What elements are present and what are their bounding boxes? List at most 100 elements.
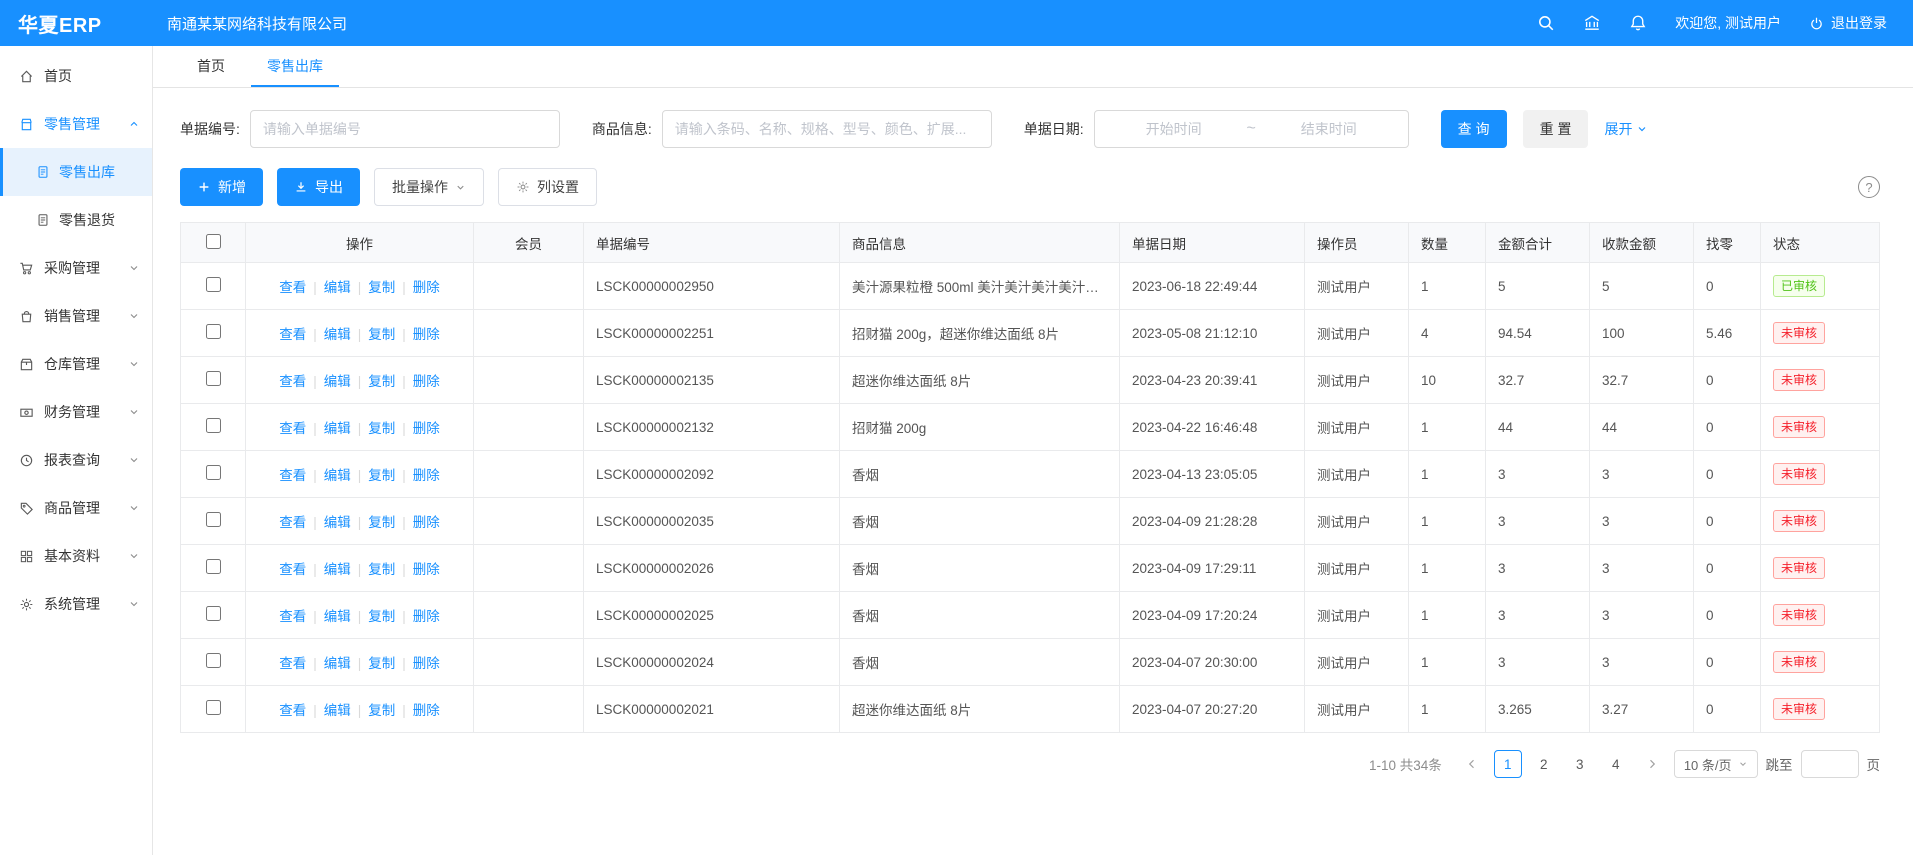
- row-checkbox[interactable]: [206, 512, 221, 527]
- row-checkbox[interactable]: [206, 418, 221, 433]
- cell-date: 2023-06-18 22:49:44: [1120, 263, 1305, 310]
- bank-icon[interactable]: [1583, 14, 1601, 32]
- toolbar: 新增 导出 批量操作 列设置 ?: [180, 168, 1880, 206]
- action-separator: [358, 374, 362, 389]
- row-action-edit[interactable]: 编辑: [324, 327, 351, 342]
- cell-total: 3: [1486, 592, 1590, 639]
- status-badge: 未审核: [1773, 557, 1825, 579]
- row-action-delete[interactable]: 删除: [413, 609, 440, 624]
- row-action-view[interactable]: 查看: [279, 656, 306, 671]
- row-action-view[interactable]: 查看: [279, 562, 306, 577]
- sidebar-item-sales[interactable]: 销售管理: [0, 292, 152, 340]
- row-action-copy[interactable]: 复制: [368, 609, 395, 624]
- cell-change: 0: [1694, 686, 1761, 733]
- row-action-edit[interactable]: 编辑: [324, 468, 351, 483]
- bell-icon[interactable]: [1629, 14, 1647, 32]
- row-action-edit[interactable]: 编辑: [324, 562, 351, 577]
- page-button-1[interactable]: 1: [1494, 750, 1522, 778]
- cell-operator: 测试用户: [1305, 357, 1409, 404]
- sidebar-item-basic-data[interactable]: 基本资料: [0, 532, 152, 580]
- tab-retail-outbound[interactable]: 零售出库: [251, 46, 339, 87]
- tab-home[interactable]: 首页: [181, 46, 241, 87]
- row-action-edit[interactable]: 编辑: [324, 515, 351, 530]
- row-checkbox[interactable]: [206, 277, 221, 292]
- doc-no-input[interactable]: [250, 110, 560, 148]
- next-page-button[interactable]: [1638, 750, 1666, 778]
- row-action-edit[interactable]: 编辑: [324, 421, 351, 436]
- row-checkbox[interactable]: [206, 653, 221, 668]
- row-action-edit[interactable]: 编辑: [324, 609, 351, 624]
- help-icon[interactable]: ?: [1858, 176, 1880, 198]
- sidebar-item-reports[interactable]: 报表查询: [0, 436, 152, 484]
- row-action-delete[interactable]: 删除: [413, 374, 440, 389]
- doc-no-filter: 单据编号:: [180, 110, 560, 148]
- row-checkbox[interactable]: [206, 324, 221, 339]
- row-action-delete[interactable]: 删除: [413, 656, 440, 671]
- sidebar-item-finance[interactable]: 财务管理: [0, 388, 152, 436]
- page-button-3[interactable]: 3: [1566, 750, 1594, 778]
- row-action-copy[interactable]: 复制: [368, 515, 395, 530]
- row-checkbox[interactable]: [206, 559, 221, 574]
- batch-operations-button[interactable]: 批量操作: [374, 168, 484, 206]
- sidebar-item-warehouse[interactable]: 仓库管理: [0, 340, 152, 388]
- sidebar-item-goods[interactable]: 商品管理: [0, 484, 152, 532]
- row-action-view[interactable]: 查看: [279, 703, 306, 718]
- row-action-copy[interactable]: 复制: [368, 656, 395, 671]
- sidebar-item-retail-outbound[interactable]: 零售出库: [0, 148, 152, 196]
- row-action-delete[interactable]: 删除: [413, 468, 440, 483]
- jump-page-input[interactable]: [1801, 750, 1859, 778]
- select-all-checkbox[interactable]: [206, 234, 221, 249]
- row-action-view[interactable]: 查看: [279, 374, 306, 389]
- page-size-select[interactable]: 10 条/页: [1674, 750, 1758, 778]
- row-action-copy[interactable]: 复制: [368, 703, 395, 718]
- row-action-delete[interactable]: 删除: [413, 327, 440, 342]
- row-action-copy[interactable]: 复制: [368, 562, 395, 577]
- row-action-view[interactable]: 查看: [279, 468, 306, 483]
- row-checkbox[interactable]: [206, 700, 221, 715]
- row-action-delete[interactable]: 删除: [413, 421, 440, 436]
- date-end-input[interactable]: [1260, 121, 1398, 137]
- row-action-copy[interactable]: 复制: [368, 468, 395, 483]
- page-button-2[interactable]: 2: [1530, 750, 1558, 778]
- sidebar-item-label: 系统管理: [44, 594, 128, 614]
- cell-member: [474, 639, 584, 686]
- row-action-delete[interactable]: 删除: [413, 515, 440, 530]
- row-action-view[interactable]: 查看: [279, 280, 306, 295]
- page-button-4[interactable]: 4: [1602, 750, 1630, 778]
- row-checkbox[interactable]: [206, 371, 221, 386]
- date-range-picker[interactable]: ~: [1094, 110, 1409, 148]
- date-start-input[interactable]: [1105, 121, 1243, 137]
- column-settings-button[interactable]: 列设置: [498, 168, 597, 206]
- row-action-edit[interactable]: 编辑: [324, 280, 351, 295]
- sidebar-item-purchase[interactable]: 采购管理: [0, 244, 152, 292]
- row-action-delete[interactable]: 删除: [413, 562, 440, 577]
- row-action-copy[interactable]: 复制: [368, 421, 395, 436]
- search-button[interactable]: 查 询: [1441, 110, 1507, 148]
- row-action-view[interactable]: 查看: [279, 515, 306, 530]
- row-action-edit[interactable]: 编辑: [324, 656, 351, 671]
- prev-page-button[interactable]: [1458, 750, 1486, 778]
- row-checkbox[interactable]: [206, 606, 221, 621]
- export-button[interactable]: 导出: [277, 168, 360, 206]
- reset-button[interactable]: 重 置: [1523, 110, 1589, 148]
- row-action-view[interactable]: 查看: [279, 609, 306, 624]
- sidebar-item-system[interactable]: 系统管理: [0, 580, 152, 628]
- row-action-delete[interactable]: 删除: [413, 703, 440, 718]
- expand-link[interactable]: 展开: [1604, 119, 1648, 139]
- product-info-input[interactable]: [662, 110, 992, 148]
- row-action-view[interactable]: 查看: [279, 327, 306, 342]
- row-action-copy[interactable]: 复制: [368, 327, 395, 342]
- row-action-delete[interactable]: 删除: [413, 280, 440, 295]
- add-button[interactable]: 新增: [180, 168, 263, 206]
- row-action-view[interactable]: 查看: [279, 421, 306, 436]
- sidebar-item-home[interactable]: 首页: [0, 52, 152, 100]
- sidebar-item-retail[interactable]: 零售管理: [0, 100, 152, 148]
- sidebar-item-retail-return[interactable]: 零售退货: [0, 196, 152, 244]
- search-icon[interactable]: [1537, 14, 1555, 32]
- logout-button[interactable]: 退出登录: [1809, 13, 1887, 33]
- row-checkbox[interactable]: [206, 465, 221, 480]
- row-action-edit[interactable]: 编辑: [324, 703, 351, 718]
- row-action-copy[interactable]: 复制: [368, 374, 395, 389]
- row-action-copy[interactable]: 复制: [368, 280, 395, 295]
- row-action-edit[interactable]: 编辑: [324, 374, 351, 389]
